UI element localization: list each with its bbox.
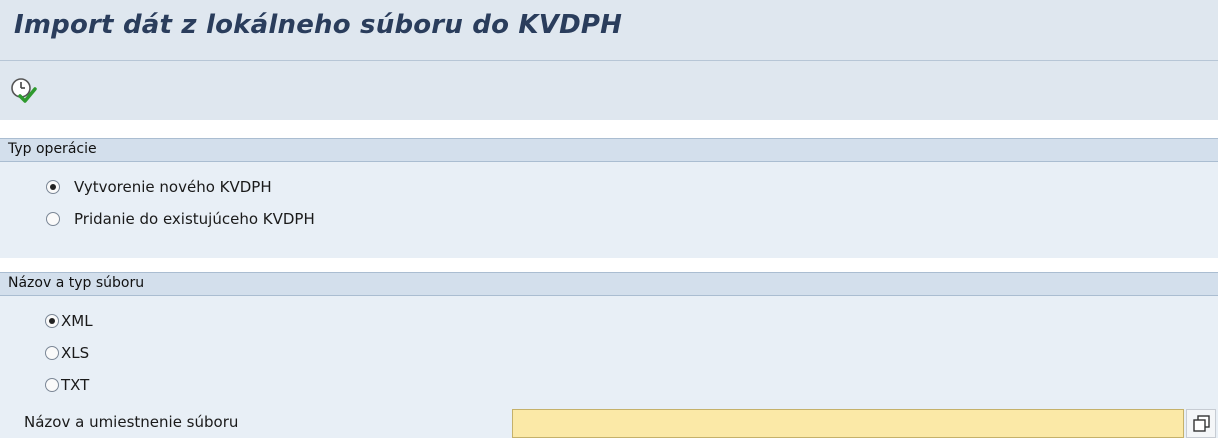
radio-add-existing-label: Pridanie do existujúceho KVDPH <box>74 210 315 228</box>
radio-button[interactable] <box>45 378 59 392</box>
radio-button[interactable] <box>46 212 60 226</box>
radio-button-selected[interactable] <box>45 314 59 328</box>
radio-add-existing[interactable]: Pridanie do existujúceho KVDPH <box>46 208 315 230</box>
browse-file-button[interactable] <box>1186 409 1216 438</box>
radio-create-new-label: Vytvorenie nového KVDPH <box>74 178 272 196</box>
file-section-header: Názov a typ súboru <box>0 272 1218 296</box>
file-path-label: Názov a umiestnenie súboru <box>24 413 239 431</box>
page-title: Import dát z lokálneho súboru do KVDPH <box>14 10 623 40</box>
operation-type-section: Typ operácie Vytvorenie nového KVDPH Pri… <box>0 138 1218 258</box>
execute-icon[interactable] <box>10 77 38 105</box>
radio-format-xml[interactable]: XML <box>45 310 93 332</box>
title-bar: Import dát z lokálneho súboru do KVDPH <box>0 0 1218 61</box>
operation-type-header: Typ operácie <box>0 138 1218 162</box>
radio-create-new[interactable]: Vytvorenie nového KVDPH <box>46 176 272 198</box>
radio-format-xml-label: XML <box>61 312 93 330</box>
operation-type-title: Typ operácie <box>8 141 97 157</box>
radio-button-selected[interactable] <box>46 180 60 194</box>
radio-format-xls-label: XLS <box>61 344 90 362</box>
application-toolbar <box>0 61 1218 120</box>
radio-button[interactable] <box>45 346 59 360</box>
radio-format-txt-label: TXT <box>61 376 90 394</box>
file-path-input[interactable] <box>512 409 1184 438</box>
file-section-title: Názov a typ súboru <box>8 275 145 291</box>
radio-format-xls[interactable]: XLS <box>45 342 89 364</box>
radio-format-txt[interactable]: TXT <box>45 374 89 396</box>
copy-window-icon <box>1193 415 1210 432</box>
